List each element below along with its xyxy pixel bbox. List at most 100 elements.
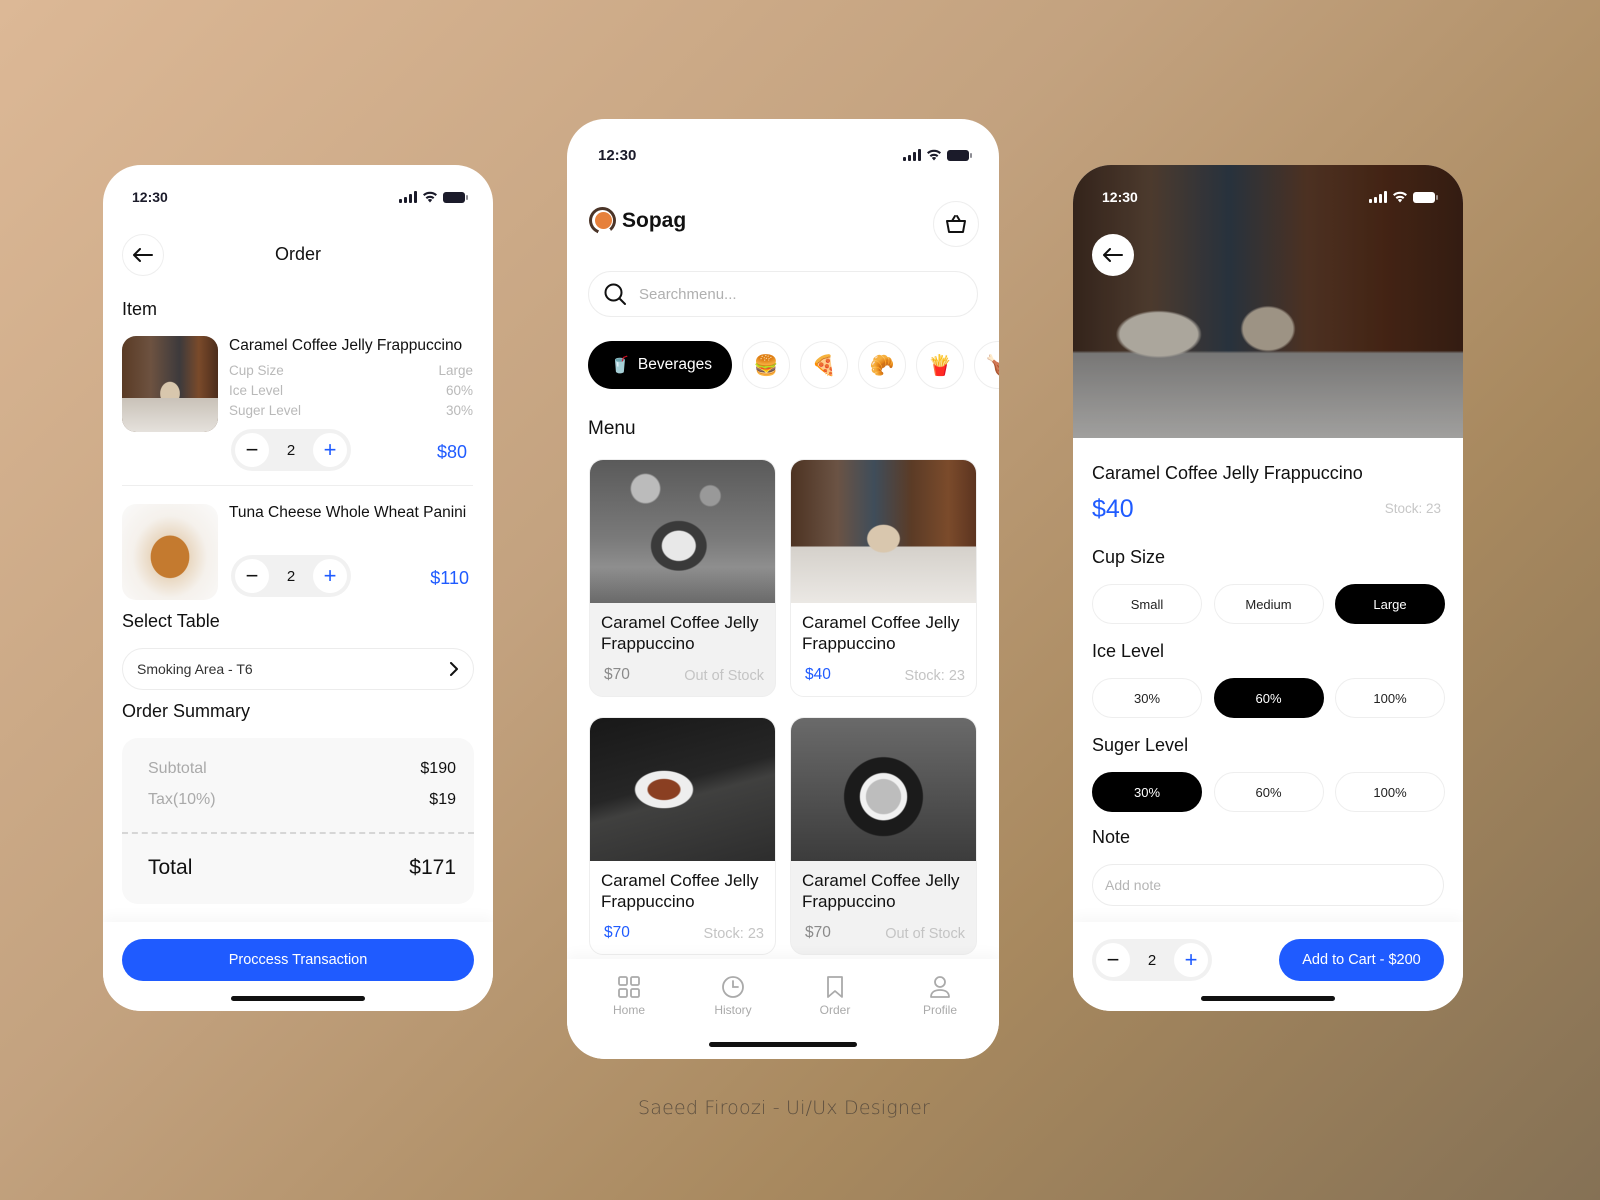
order-summary: Subtotal $190 Tax(10%) $19 Total $171: [122, 738, 474, 904]
option-label: Ice Level: [229, 383, 284, 398]
tab-label: Order: [819, 1003, 851, 1017]
product-image: [590, 718, 775, 861]
status-bar: 12:30: [1073, 187, 1463, 207]
product-detail-screen: 12:30 Caramel Coffee Jelly Frappuccino $…: [1073, 165, 1463, 1011]
option-label: Cup Size: [229, 363, 284, 378]
cup-size-small[interactable]: Small: [1092, 584, 1202, 624]
item-option: Ice Level 60%: [229, 383, 473, 398]
product-stock: Out of Stock: [684, 668, 764, 684]
tab-history[interactable]: History: [693, 975, 773, 1017]
decrement-button[interactable]: −: [1096, 943, 1130, 977]
sugar-level-options: 30% 60% 100%: [1092, 772, 1445, 812]
shopping-bag-icon: [946, 215, 966, 233]
bookmark-icon: [827, 976, 843, 998]
item-image: [122, 336, 218, 432]
option-value: 60%: [445, 383, 473, 398]
product-image: [791, 718, 976, 861]
signal-icon: [903, 149, 921, 161]
category-chicken[interactable]: 🍗: [974, 341, 999, 389]
product-price: $40: [805, 666, 831, 683]
category-list: 🥤 Beverages 🍔 🍕 🥐 🍟 🍗: [588, 341, 999, 389]
category-label: Beverages: [637, 356, 713, 373]
fries-icon: 🍟: [927, 354, 953, 377]
item-name: Tuna Cheese Whole Wheat Panini: [229, 504, 467, 521]
product-stock: Out of Stock: [885, 926, 965, 942]
back-button[interactable]: [1092, 234, 1134, 276]
cup-size-medium[interactable]: Medium: [1213, 584, 1324, 624]
decrement-button[interactable]: −: [235, 433, 269, 467]
tab-home[interactable]: Home: [589, 975, 669, 1017]
tax-label: Tax(10%): [148, 791, 216, 808]
category-burger[interactable]: 🍔: [742, 341, 791, 389]
search-input[interactable]: [639, 285, 939, 303]
menu-heading: Menu: [588, 418, 636, 439]
sugar-level-60[interactable]: 60%: [1213, 772, 1324, 812]
ice-level-30[interactable]: 30%: [1092, 678, 1202, 718]
tax-value: $19: [429, 791, 456, 808]
user-icon: [930, 976, 950, 998]
quantity-stepper: − 2 +: [1092, 939, 1212, 981]
sugar-level-heading: Suger Level: [1092, 735, 1189, 755]
decrement-button[interactable]: −: [235, 559, 269, 593]
add-to-cart-button[interactable]: Add to Cart - $200: [1279, 939, 1444, 981]
pizza-icon: 🍕: [811, 354, 837, 377]
item-option: Suger Level 30%: [229, 403, 473, 418]
category-pizza[interactable]: 🍕: [800, 341, 849, 389]
status-time: 12:30: [132, 189, 168, 205]
sugar-level-100[interactable]: 100%: [1335, 772, 1445, 812]
subtotal-value: $190: [420, 760, 456, 777]
items-heading: Item: [122, 299, 158, 319]
process-transaction-button[interactable]: Proccess Transaction: [122, 939, 474, 981]
cup-size-large[interactable]: Large: [1335, 584, 1445, 624]
product-name: Caramel Coffee Jelly Frappuccino: [1092, 463, 1363, 483]
select-table-heading: Select Table: [122, 611, 220, 631]
ice-level-100[interactable]: 100%: [1335, 678, 1445, 718]
note-field[interactable]: [1092, 864, 1444, 906]
product-name: Caramel Coffee Jelly Frappuccino: [601, 613, 759, 653]
product-name: Caramel Coffee Jelly Frappuccino: [601, 871, 759, 911]
increment-button[interactable]: +: [1174, 943, 1208, 977]
tab-order[interactable]: Order: [795, 975, 875, 1017]
product-image: [791, 460, 976, 603]
wifi-icon: [927, 149, 941, 161]
cup-size-heading: Cup Size: [1092, 547, 1166, 567]
ice-level-60[interactable]: 60%: [1213, 678, 1324, 718]
category-croissant[interactable]: 🥐: [858, 341, 907, 389]
sugar-level-30[interactable]: 30%: [1092, 772, 1202, 812]
battery-icon: [443, 191, 468, 203]
item-price: $110: [430, 568, 469, 588]
chicken-icon: 🍗: [985, 354, 999, 377]
brand-name: Sopag: [622, 208, 687, 232]
increment-button[interactable]: +: [313, 433, 347, 467]
burger-icon: 🍔: [753, 354, 779, 377]
chevron-right-icon: [450, 662, 458, 676]
product-stock: Stock: 23: [703, 926, 764, 942]
item-name: Caramel Coffee Jelly Frappuccino: [229, 337, 463, 354]
product-card[interactable]: Caramel Coffee Jelly Frappuccino $70 Out…: [589, 459, 776, 697]
category-beverages[interactable]: 🥤 Beverages: [588, 341, 733, 389]
tab-profile[interactable]: Profile: [900, 975, 980, 1017]
item-option: Cup Size Large: [229, 363, 473, 378]
search-bar[interactable]: [588, 271, 978, 317]
battery-icon: [1413, 191, 1438, 203]
cart-button[interactable]: [933, 201, 979, 247]
home-indicator: [709, 1042, 857, 1047]
table-selector[interactable]: Smoking Area - T6: [122, 648, 474, 690]
wifi-icon: [423, 191, 437, 203]
note-input[interactable]: [1105, 877, 1443, 893]
product-card[interactable]: Caramel Coffee Jelly Frappuccino $70 Out…: [790, 717, 977, 955]
product-card[interactable]: Caramel Coffee Jelly Frappuccino $40 Sto…: [790, 459, 977, 697]
product-card[interactable]: Caramel Coffee Jelly Frappuccino $70 Sto…: [589, 717, 776, 955]
tab-label: Home: [612, 1003, 645, 1017]
category-fries[interactable]: 🍟: [916, 341, 965, 389]
signal-icon: [1369, 191, 1387, 203]
increment-button[interactable]: +: [313, 559, 347, 593]
grid-icon: [618, 976, 640, 998]
option-label: Suger Level: [229, 403, 302, 418]
product-stock: Stock: 23: [1384, 501, 1441, 516]
logo-icon: [589, 207, 616, 234]
clock-icon: [722, 976, 744, 998]
page-title: Order: [274, 244, 321, 264]
total-value: $171: [409, 856, 456, 879]
option-value: 30%: [445, 403, 473, 418]
